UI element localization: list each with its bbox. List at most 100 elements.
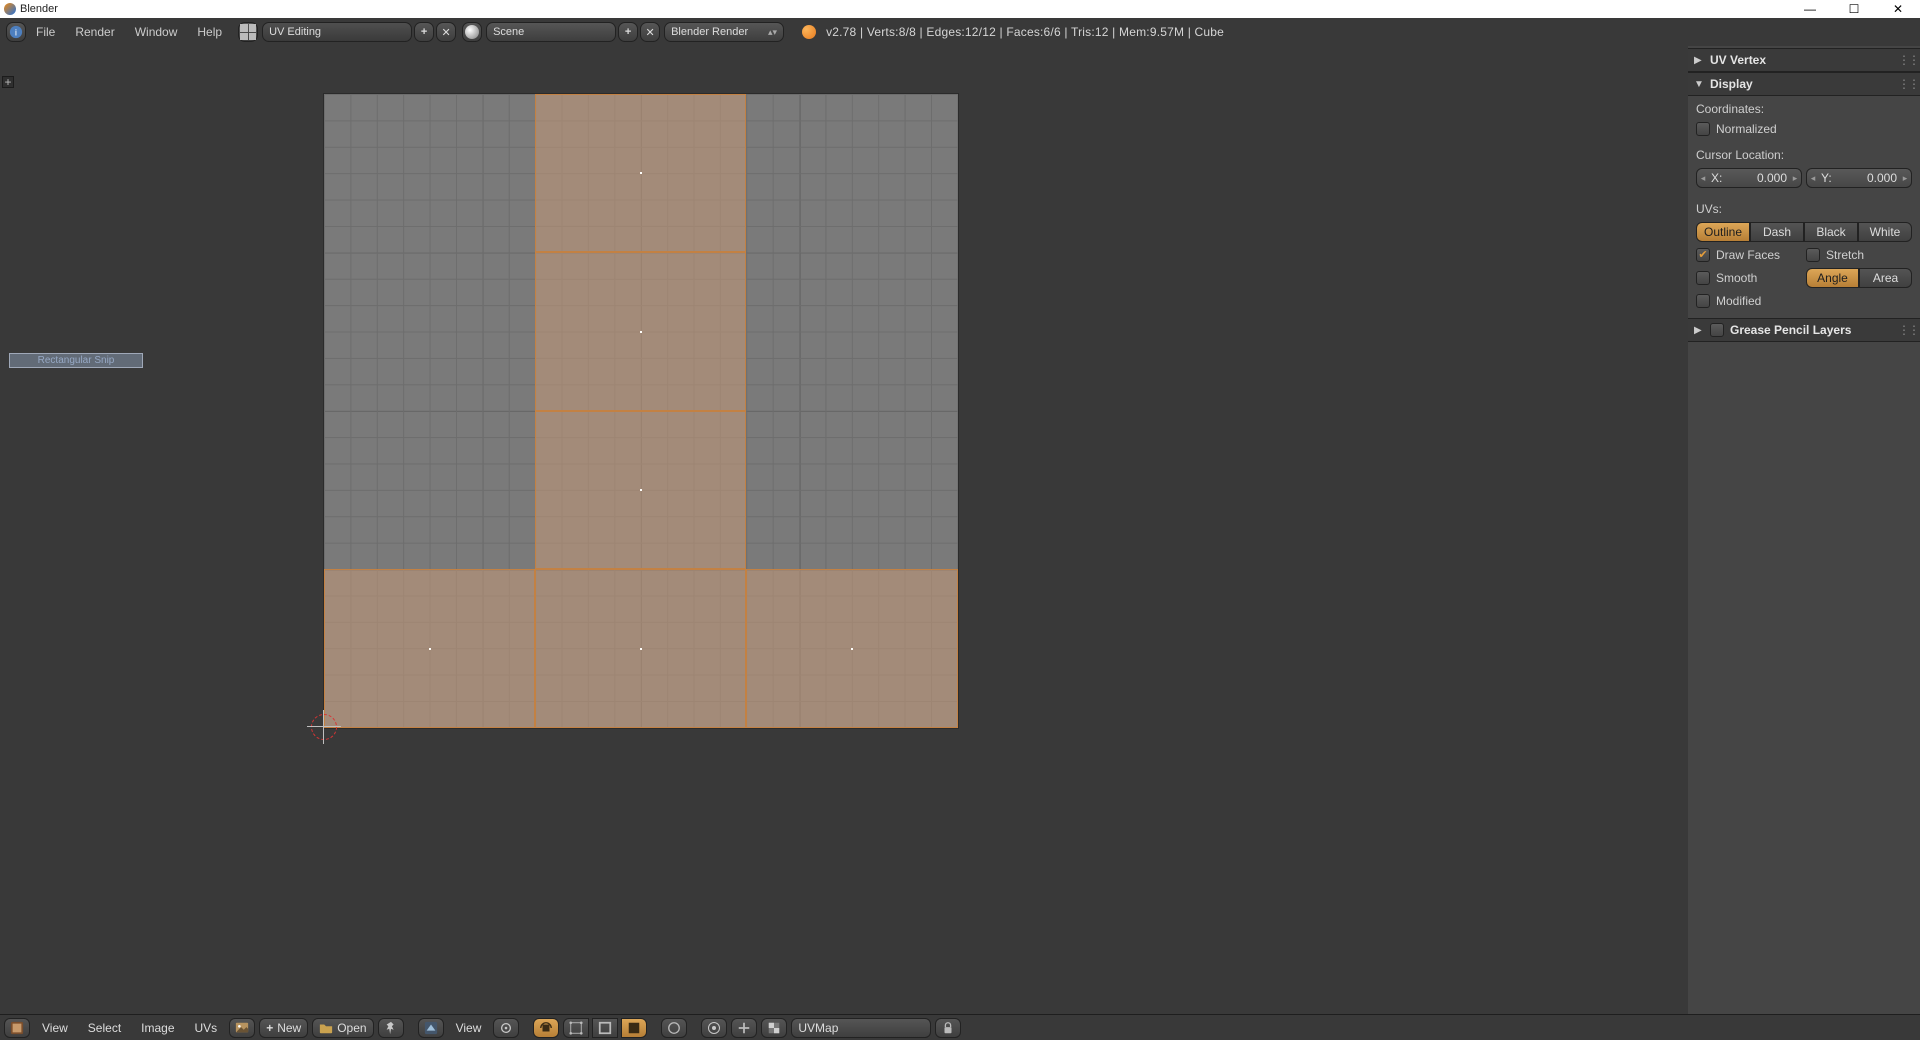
workspace: + Rectangular Snip ▶ UV Vertex ⋮⋮⋮ ▼ Dis… [0, 46, 1920, 1014]
checkbox-icon [1696, 294, 1710, 308]
uvmap-select[interactable]: UVMap [791, 1018, 931, 1038]
stretch-type-toggle: Angle Area [1806, 268, 1912, 288]
chevron-left-icon[interactable]: ◂ [1807, 169, 1819, 187]
plus-icon: + [266, 1021, 273, 1035]
render-engine-select[interactable]: Blender Render ▴▾ [664, 22, 784, 42]
panel-title: UV Vertex [1710, 53, 1892, 67]
scene-icon [465, 25, 479, 39]
panel-grip-icon[interactable]: ⋮⋮⋮ [1898, 53, 1914, 67]
window-maximize-button[interactable]: ☐ [1832, 2, 1876, 16]
snipping-overlay: Rectangular Snip [9, 353, 143, 368]
uv-image-editor-area[interactable]: + Rectangular Snip [0, 46, 1688, 1014]
select-mode-face[interactable] [621, 1018, 647, 1038]
field-value: 0.000 [1832, 171, 1897, 185]
uv-menu-uvs[interactable]: UVs [187, 1021, 226, 1035]
uv-face[interactable] [535, 411, 746, 569]
scene-select[interactable]: Scene [486, 22, 616, 42]
chevron-right-icon[interactable]: ▸ [1899, 169, 1911, 187]
menu-file[interactable]: File [26, 25, 65, 39]
svg-text:i: i [15, 28, 17, 39]
checkbox-label: Normalized [1716, 122, 1777, 136]
select-mode-edge[interactable] [592, 1018, 618, 1038]
panel-grip-icon[interactable]: ⋮⋮⋮ [1898, 77, 1914, 91]
panel-grip-icon[interactable]: ⋮⋮⋮ [1898, 323, 1914, 337]
scene-delete-button[interactable]: ✕ [640, 22, 660, 42]
image-browse-button[interactable] [229, 1018, 255, 1038]
scene-stats: v2.78 | Verts:8/8 | Edges:12/12 | Faces:… [826, 25, 1224, 39]
render-engine-value: Blender Render [671, 26, 748, 38]
cursor-y-field[interactable]: ◂ Y: 0.000 ▸ [1806, 168, 1912, 188]
panel-header-uv-vertex[interactable]: ▶ UV Vertex ⋮⋮⋮ [1688, 48, 1920, 72]
toolshelf-toggle[interactable]: + [2, 76, 14, 88]
checkbox-smooth[interactable]: Smooth [1696, 271, 1802, 285]
sync-selection-button[interactable] [533, 1018, 559, 1038]
uv-face[interactable] [535, 569, 746, 728]
pivot-point-button[interactable] [493, 1018, 519, 1038]
screen-layout-select[interactable]: UV Editing [262, 22, 412, 42]
chevron-right-icon[interactable]: ▸ [1789, 169, 1801, 187]
btn-black[interactable]: Black [1804, 222, 1858, 242]
panel-header-display[interactable]: ▼ Display ⋮⋮⋮ [1688, 72, 1920, 96]
checkbox-label: Smooth [1716, 271, 1757, 285]
snap-element-button[interactable] [731, 1018, 757, 1038]
v3d-menu-view[interactable]: View [448, 1021, 490, 1035]
checkbox-label: Modified [1716, 294, 1761, 308]
window-title: Blender [20, 3, 58, 15]
btn-outline[interactable]: Outline [1696, 222, 1750, 242]
menu-window[interactable]: Window [125, 25, 188, 39]
uv-menu-image[interactable]: Image [133, 1021, 182, 1035]
sticky-select-button[interactable] [661, 1018, 687, 1038]
panel-header-gpencil[interactable]: ▶ Grease Pencil Layers ⋮⋮⋮ [1688, 318, 1920, 342]
screen-layout-delete-button[interactable]: ✕ [436, 22, 456, 42]
editor-type-uv-icon[interactable] [4, 1018, 30, 1038]
uvmap-browse-button[interactable] [761, 1018, 787, 1038]
uv-drawtype-toggle: Outline Dash Black White [1696, 222, 1912, 242]
btn-area[interactable]: Area [1859, 268, 1912, 288]
lock-button[interactable] [935, 1018, 961, 1038]
checkbox-draw-faces[interactable]: Draw Faces [1696, 248, 1802, 262]
screen-layout-browse-icon[interactable] [238, 22, 258, 42]
chevron-left-icon[interactable]: ◂ [1697, 169, 1709, 187]
panel-title: Grease Pencil Layers [1730, 323, 1892, 337]
chevron-right-icon: ▶ [1694, 55, 1704, 66]
btn-dash[interactable]: Dash [1750, 222, 1804, 242]
uv-face[interactable] [324, 569, 535, 728]
btn-angle[interactable]: Angle [1806, 268, 1859, 288]
image-open-button[interactable]: Open [312, 1018, 373, 1038]
uv-menu-select[interactable]: Select [80, 1021, 129, 1035]
checkbox-modified[interactable]: Modified [1696, 294, 1912, 308]
uv-face[interactable] [535, 252, 746, 411]
window-close-button[interactable]: ✕ [1876, 2, 1920, 16]
uvmap-value: UVMap [798, 1021, 838, 1035]
uv-pin-button[interactable] [378, 1018, 404, 1038]
panel-body-display: Coordinates: Normalized Cursor Location:… [1688, 96, 1920, 318]
editor-type-3dview-icon[interactable] [418, 1018, 444, 1038]
checkbox-label: Stretch [1826, 248, 1864, 262]
btn-white[interactable]: White [1858, 222, 1912, 242]
cursor-x-field[interactable]: ◂ X: 0.000 ▸ [1696, 168, 1802, 188]
layout-grid-icon [240, 24, 256, 40]
scene-add-button[interactable]: + [618, 22, 638, 42]
window-minimize-button[interactable]: — [1788, 2, 1832, 16]
uv-face[interactable] [535, 94, 746, 252]
checkbox-normalized[interactable]: Normalized [1696, 122, 1912, 136]
menu-help[interactable]: Help [187, 25, 232, 39]
field-label: X: [1711, 171, 1722, 185]
menu-render[interactable]: Render [65, 25, 124, 39]
uv-grid [324, 94, 958, 728]
n-panel: ▶ UV Vertex ⋮⋮⋮ ▼ Display ⋮⋮⋮ Coordinate… [1688, 46, 1920, 1014]
editor-type-info-icon[interactable]: i [6, 22, 26, 42]
image-new-button[interactable]: + New [259, 1018, 308, 1038]
folder-icon [319, 1021, 333, 1035]
screen-layout-value: UV Editing [269, 26, 321, 38]
uv-face[interactable] [746, 569, 958, 728]
select-mode-vertex[interactable] [563, 1018, 589, 1038]
checkbox-stretch[interactable]: Stretch [1806, 248, 1912, 262]
screen-layout-add-button[interactable]: + [414, 22, 434, 42]
chevron-down-icon: ▼ [1694, 79, 1704, 90]
checkbox-icon[interactable] [1710, 323, 1724, 337]
uv-menu-view[interactable]: View [34, 1021, 76, 1035]
button-label: New [277, 1021, 301, 1035]
snap-toggle-button[interactable] [701, 1018, 727, 1038]
scene-browse-icon[interactable] [462, 22, 482, 42]
